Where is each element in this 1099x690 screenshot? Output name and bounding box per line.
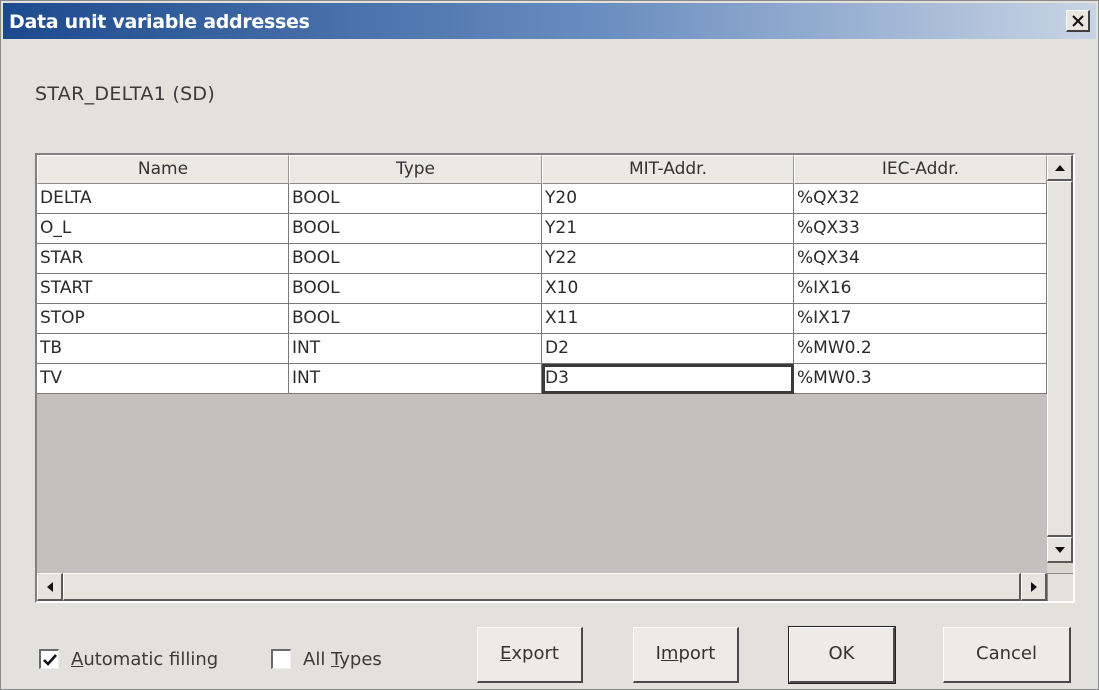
cell-iec-addr[interactable]: %QX34 [794, 244, 1047, 274]
cell-iec-addr[interactable]: %IX16 [794, 274, 1047, 304]
cell-name[interactable]: TB [37, 334, 289, 364]
scroll-right-button[interactable] [1021, 573, 1047, 601]
table-viewport: Name Type MIT-Addr. IEC-Addr. DELTA BOOL… [37, 155, 1047, 573]
table-row: O_L BOOL Y21 %QX33 [37, 214, 1047, 244]
cell-iec-addr[interactable]: %QX32 [794, 184, 1047, 214]
arrow-up-icon [1054, 164, 1065, 171]
automatic-filling-option[interactable]: Automatic filling [39, 645, 218, 673]
dialog-window: Data unit variable addresses STAR_DELTA1… [0, 0, 1099, 690]
cell-type[interactable]: INT [289, 364, 542, 394]
scroll-down-button[interactable] [1047, 537, 1073, 563]
cell-mit-addr[interactable]: Y22 [542, 244, 794, 274]
close-button[interactable] [1066, 10, 1090, 32]
horizontal-scroll-thumb[interactable] [63, 573, 1021, 601]
table-row: START BOOL X10 %IX16 [37, 274, 1047, 304]
vertical-scroll-thumb[interactable] [1047, 181, 1073, 537]
ok-button[interactable]: OK [788, 626, 896, 684]
column-header-type[interactable]: Type [289, 155, 542, 184]
export-button[interactable]: Export [477, 627, 583, 683]
cell-type[interactable]: BOOL [289, 304, 542, 334]
cell-type[interactable]: BOOL [289, 274, 542, 304]
title-bar[interactable]: Data unit variable addresses [3, 3, 1096, 39]
cell-type[interactable]: BOOL [289, 244, 542, 274]
column-header-iec-addr[interactable]: IEC-Addr. [794, 155, 1047, 184]
table-row: STOP BOOL X11 %IX17 [37, 304, 1047, 334]
table-row: TB INT D2 %MW0.2 [37, 334, 1047, 364]
cell-iec-addr[interactable]: %MW0.2 [794, 334, 1047, 364]
vertical-scrollbar[interactable] [1047, 155, 1073, 573]
all-types-option[interactable]: All Types [271, 645, 382, 673]
cell-iec-addr[interactable]: %QX33 [794, 214, 1047, 244]
window-title: Data unit variable addresses [9, 11, 310, 33]
checkmark-icon [42, 653, 57, 666]
all-types-label: All Types [303, 648, 382, 670]
variable-table: Name Type MIT-Addr. IEC-Addr. DELTA BOOL… [35, 153, 1075, 603]
all-types-checkbox[interactable] [271, 649, 291, 669]
arrow-right-icon [1030, 581, 1037, 592]
horizontal-scrollbar[interactable] [37, 573, 1047, 601]
cancel-button[interactable]: Cancel [943, 627, 1071, 683]
arrow-down-icon [1054, 546, 1065, 553]
cell-name[interactable]: O_L [37, 214, 289, 244]
arrow-left-icon [46, 581, 53, 592]
scroll-up-button[interactable] [1047, 155, 1073, 181]
automatic-filling-label: Automatic filling [71, 648, 219, 670]
cell-type[interactable]: BOOL [289, 214, 542, 244]
table-row: STAR BOOL Y22 %QX34 [37, 244, 1047, 274]
cell-mit-addr-selected[interactable]: D3 [542, 364, 794, 394]
data-unit-label: STAR_DELTA1 (SD) [35, 83, 216, 105]
cell-name[interactable]: START [37, 274, 289, 304]
cell-type[interactable]: BOOL [289, 184, 542, 214]
column-header-mit-addr[interactable]: MIT-Addr. [542, 155, 794, 184]
import-button[interactable]: Import [633, 627, 739, 683]
automatic-filling-checkbox[interactable] [39, 649, 59, 669]
close-icon [1071, 14, 1084, 27]
cell-mit-addr[interactable]: D2 [542, 334, 794, 364]
scroll-left-button[interactable] [37, 573, 63, 601]
cell-mit-addr[interactable]: X11 [542, 304, 794, 334]
cell-name[interactable]: STAR [37, 244, 289, 274]
cell-name[interactable]: TV [37, 364, 289, 394]
scrollbar-corner [1047, 573, 1073, 601]
column-header-name[interactable]: Name [37, 155, 289, 184]
cell-mit-addr[interactable]: Y20 [542, 184, 794, 214]
cell-iec-addr[interactable]: %MW0.3 [794, 364, 1047, 394]
table-header: Name Type MIT-Addr. IEC-Addr. [37, 155, 1047, 184]
table-row: TV INT D3 %MW0.3 [37, 364, 1047, 394]
cell-name[interactable]: STOP [37, 304, 289, 334]
table-row: DELTA BOOL Y20 %QX32 [37, 184, 1047, 214]
cell-name[interactable]: DELTA [37, 184, 289, 214]
cell-type[interactable]: INT [289, 334, 542, 364]
cell-mit-addr[interactable]: Y21 [542, 214, 794, 244]
cell-mit-addr[interactable]: X10 [542, 274, 794, 304]
cell-iec-addr[interactable]: %IX17 [794, 304, 1047, 334]
